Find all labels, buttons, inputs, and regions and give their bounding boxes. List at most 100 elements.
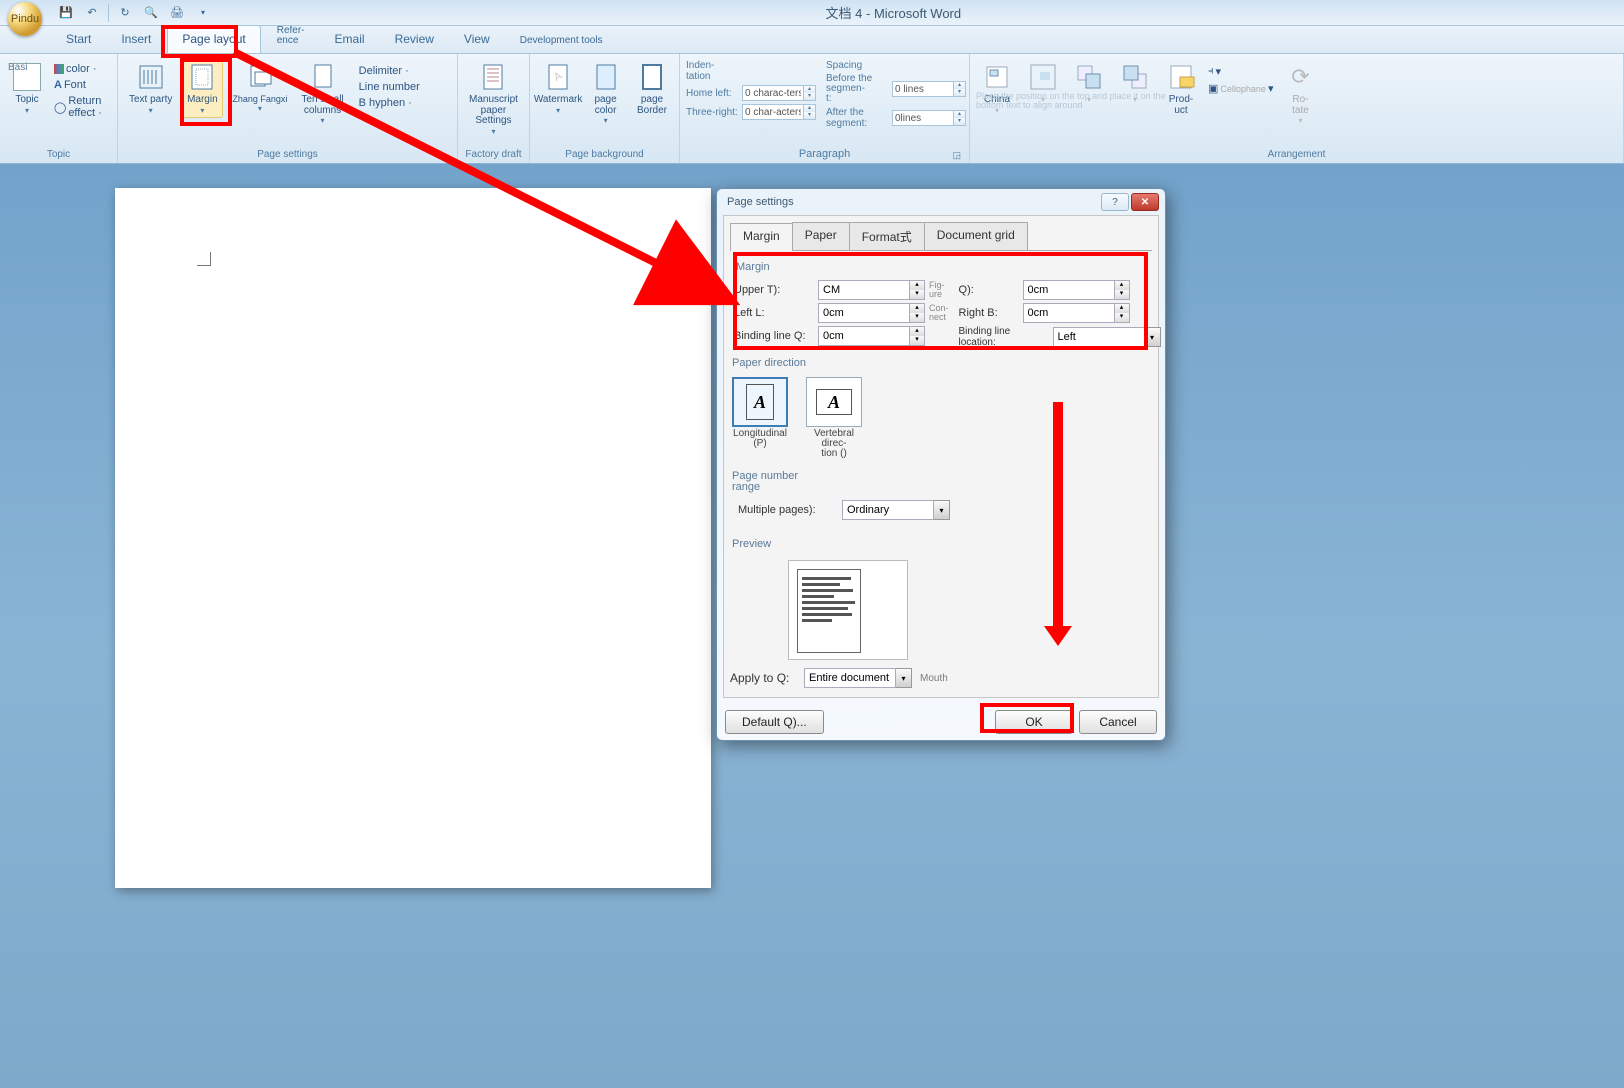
themes-button[interactable]: Basi Topic ▾ bbox=[6, 58, 48, 118]
watermark-icon: A bbox=[542, 61, 574, 93]
page-color-button[interactable]: page color▾ bbox=[584, 58, 627, 128]
theme-colors[interactable]: color · bbox=[52, 62, 111, 76]
theme-options: color · AFont ◯Return effect · bbox=[52, 62, 111, 120]
tab-review[interactable]: Review bbox=[381, 26, 448, 53]
paragraph-launcher-icon[interactable]: ◲ bbox=[952, 150, 961, 161]
gutter-input[interactable]: ▴▾ bbox=[818, 326, 925, 346]
group-page-settings-label: Page settings bbox=[124, 147, 451, 163]
preview-heading: Preview bbox=[730, 534, 1152, 554]
indent-title: Inden- tation bbox=[686, 60, 816, 82]
right-label: Right B: bbox=[959, 307, 1019, 319]
breaks-button[interactable]: Delimiter · bbox=[357, 64, 422, 78]
tab-email[interactable]: Email bbox=[321, 26, 379, 53]
window-title: 文档 4 - Microsoft Word bbox=[826, 3, 962, 22]
align-button[interactable]: ⫞▾ bbox=[1206, 64, 1275, 79]
dlg-tab-grid[interactable]: Document grid bbox=[924, 222, 1028, 250]
right-input[interactable]: ▴▾ bbox=[1023, 303, 1130, 323]
manuscript-button[interactable]: Manuscript paper Settings▾ bbox=[464, 58, 523, 139]
cancel-button[interactable]: Cancel bbox=[1079, 710, 1157, 734]
spacing-title: Spacing bbox=[826, 60, 966, 71]
document-page[interactable] bbox=[115, 188, 711, 888]
theme-effects[interactable]: ◯Return effect · bbox=[52, 94, 111, 120]
ok-button[interactable]: OK bbox=[995, 710, 1073, 734]
orientation-button[interactable]: Zhang Fangxi▾ bbox=[227, 58, 292, 116]
group-topic-label: Topic bbox=[6, 147, 111, 163]
gutter-label: Binding line Q: bbox=[734, 330, 814, 342]
page-setup-dialog: Page settings ? ✕ Margin Paper Format式 D… bbox=[716, 188, 1166, 741]
margin-icon bbox=[186, 61, 218, 93]
left-input[interactable]: ▴▾ bbox=[818, 303, 925, 323]
orientation-options: ALongitudinal (P) AVertebral direc- tion… bbox=[730, 377, 1152, 459]
group-button[interactable]: ▣Cellophane▾ bbox=[1206, 81, 1275, 96]
margin-marker bbox=[197, 252, 211, 266]
undo-icon[interactable]: ↶ bbox=[82, 3, 102, 23]
send-back-icon bbox=[1119, 61, 1151, 93]
orientation-portrait[interactable]: ALongitudinal (P) bbox=[730, 377, 790, 459]
indent-right-input[interactable]: ▴▾ bbox=[742, 104, 816, 120]
preview-image bbox=[788, 560, 908, 660]
indent-right-label: Three-right: bbox=[686, 107, 738, 118]
redo-icon[interactable]: ↻ bbox=[115, 3, 135, 23]
text-direction-button[interactable]: Text party▾ bbox=[124, 58, 177, 118]
orientation-landscape[interactable]: AVertebral direc- tion () bbox=[804, 377, 864, 459]
group-topic: Basi Topic ▾ color · AFont ◯Return effec… bbox=[0, 54, 118, 163]
dialog-titlebar[interactable]: Page settings ? ✕ bbox=[717, 189, 1165, 215]
lower-input[interactable]: ▴▾ bbox=[1023, 280, 1130, 300]
page-color-icon bbox=[590, 61, 622, 93]
line-numbers-button[interactable]: Line number bbox=[357, 80, 422, 94]
gutter-pos-select[interactable]: ▾ bbox=[1053, 327, 1161, 347]
tab-insert[interactable]: Insert bbox=[107, 26, 165, 53]
arrange-hint: Place the position on the top and place … bbox=[976, 92, 1176, 110]
size-button[interactable]: Ten small columns▾ bbox=[296, 58, 348, 128]
indent-block: Inden- tation Home left:▴▾ Three-right:▴… bbox=[686, 60, 816, 123]
save-icon[interactable]: 💾 bbox=[56, 3, 76, 23]
margin-heading: Margin bbox=[734, 257, 1148, 277]
print-preview-icon[interactable]: 🔍 bbox=[141, 3, 161, 23]
dialog-close-button[interactable]: ✕ bbox=[1131, 193, 1159, 211]
office-button[interactable]: Pindu bbox=[8, 2, 42, 36]
margin-section: Margin Upper T):▴▾Fig- ure Left L:▴▾Con-… bbox=[730, 255, 1152, 353]
upper-input[interactable]: ▴▾ bbox=[818, 280, 925, 300]
hyphenation-button[interactable]: B hyphen · bbox=[357, 96, 422, 110]
orientation-icon bbox=[244, 61, 276, 93]
qat-separator bbox=[108, 4, 109, 22]
lower-label: Q): bbox=[959, 284, 1019, 296]
spacing-block: Spacing Before the segmen- t:▴▾ After th… bbox=[826, 60, 966, 132]
tab-page-layout[interactable]: Page layout bbox=[167, 25, 260, 53]
group-page-bg-label: Page background bbox=[536, 147, 673, 163]
align-icon: ⫞ bbox=[1208, 65, 1214, 78]
page-setup-mini: Delimiter · Line number B hyphen · bbox=[357, 64, 422, 110]
tab-dev-tools[interactable]: Development tools bbox=[506, 29, 617, 53]
dialog-help-button[interactable]: ? bbox=[1101, 193, 1129, 211]
multipages-label: Multiple pages): bbox=[738, 504, 838, 516]
left-extra: Con- nect bbox=[929, 304, 949, 322]
watermark-button[interactable]: AWatermark▾ bbox=[536, 58, 580, 118]
tab-view[interactable]: View bbox=[450, 26, 504, 53]
upper-extra: Fig- ure bbox=[929, 281, 945, 299]
size-icon bbox=[307, 61, 339, 93]
group-arrangement-label: Arrangement bbox=[976, 147, 1617, 163]
theme-fonts[interactable]: AFont bbox=[52, 78, 111, 92]
bring-front-icon bbox=[1073, 61, 1105, 93]
tab-start[interactable]: Start bbox=[52, 26, 105, 53]
tab-reference[interactable]: Refer- ence bbox=[263, 24, 319, 53]
position-icon bbox=[981, 61, 1013, 93]
indent-left-input[interactable]: ▴▾ bbox=[742, 85, 816, 101]
quick-access-toolbar: 💾 ↶ ↻ 🔍 🖨 ▾ bbox=[56, 3, 213, 23]
group-paragraph-label: Paragraph◲ bbox=[686, 146, 963, 163]
dlg-tab-paper[interactable]: Paper bbox=[792, 222, 850, 250]
spacing-after-input[interactable]: ▴▾ bbox=[892, 110, 966, 126]
default-button[interactable]: Default Q)... bbox=[725, 710, 824, 734]
page-border-button[interactable]: page Border bbox=[631, 58, 673, 119]
margin-button[interactable]: Margin▾ bbox=[181, 58, 223, 118]
multipages-select[interactable]: ▾ bbox=[842, 500, 950, 520]
spacing-before-input[interactable]: ▴▾ bbox=[892, 81, 966, 97]
quick-print-icon[interactable]: 🖨 bbox=[167, 3, 187, 23]
applyto-select[interactable]: ▾ bbox=[804, 668, 912, 688]
dlg-tab-layout[interactable]: Format式 bbox=[849, 222, 925, 250]
ribbon-tabs: Start Insert Page layout Refer- ence Ema… bbox=[0, 26, 1624, 54]
dlg-tab-margin[interactable]: Margin bbox=[730, 223, 793, 251]
ribbon: Basi Topic ▾ color · AFont ◯Return effec… bbox=[0, 54, 1624, 164]
rotate-button[interactable]: ⟳Ro- tate▾ bbox=[1279, 58, 1321, 128]
qat-customize-icon[interactable]: ▾ bbox=[193, 3, 213, 23]
